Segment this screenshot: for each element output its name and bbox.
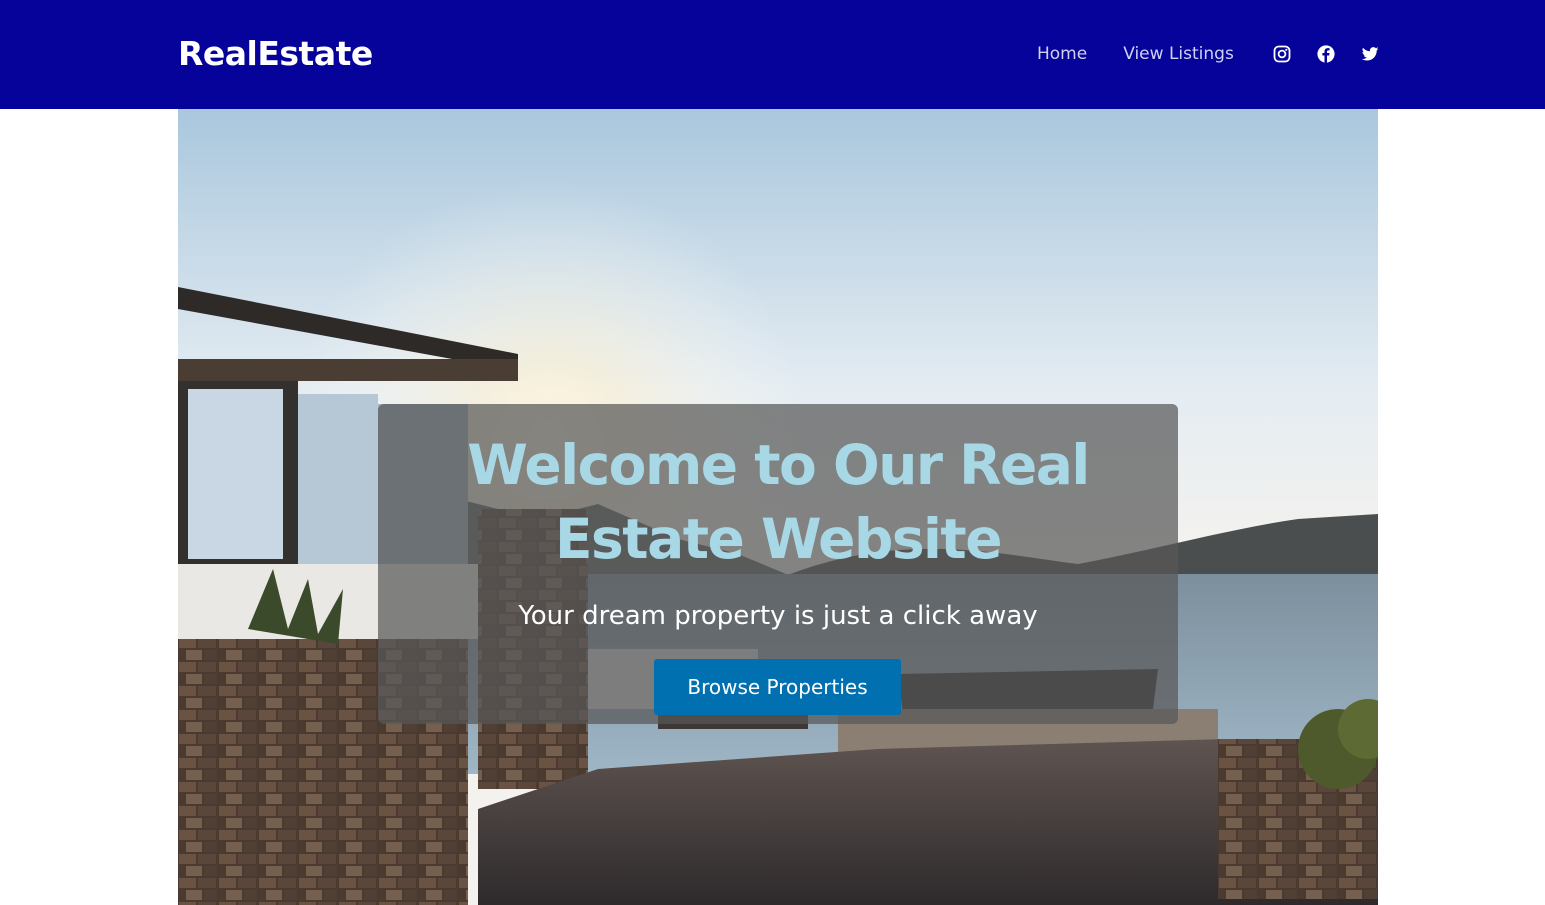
hero-title: Welcome to Our Real Estate Website	[467, 433, 1090, 571]
nav-link-home[interactable]: Home	[1037, 40, 1087, 68]
nav-links: Home View Listings	[1037, 40, 1234, 68]
social-links	[1272, 44, 1380, 64]
navbar: RealEstate Home View Listings	[0, 0, 1545, 109]
facebook-icon[interactable]	[1316, 44, 1336, 64]
brand-logo[interactable]: RealEstate	[178, 32, 373, 76]
nav-link-view-listings[interactable]: View Listings	[1123, 40, 1234, 68]
browse-properties-button[interactable]: Browse Properties	[654, 659, 901, 715]
twitter-icon[interactable]	[1360, 44, 1380, 64]
hero-overlay: Welcome to Our Real Estate Website Your …	[378, 404, 1178, 724]
instagram-icon[interactable]	[1272, 44, 1292, 64]
hero-section: Welcome to Our Real Estate Website Your …	[178, 109, 1378, 905]
hero-subtitle: Your dream property is just a click away	[518, 601, 1038, 631]
